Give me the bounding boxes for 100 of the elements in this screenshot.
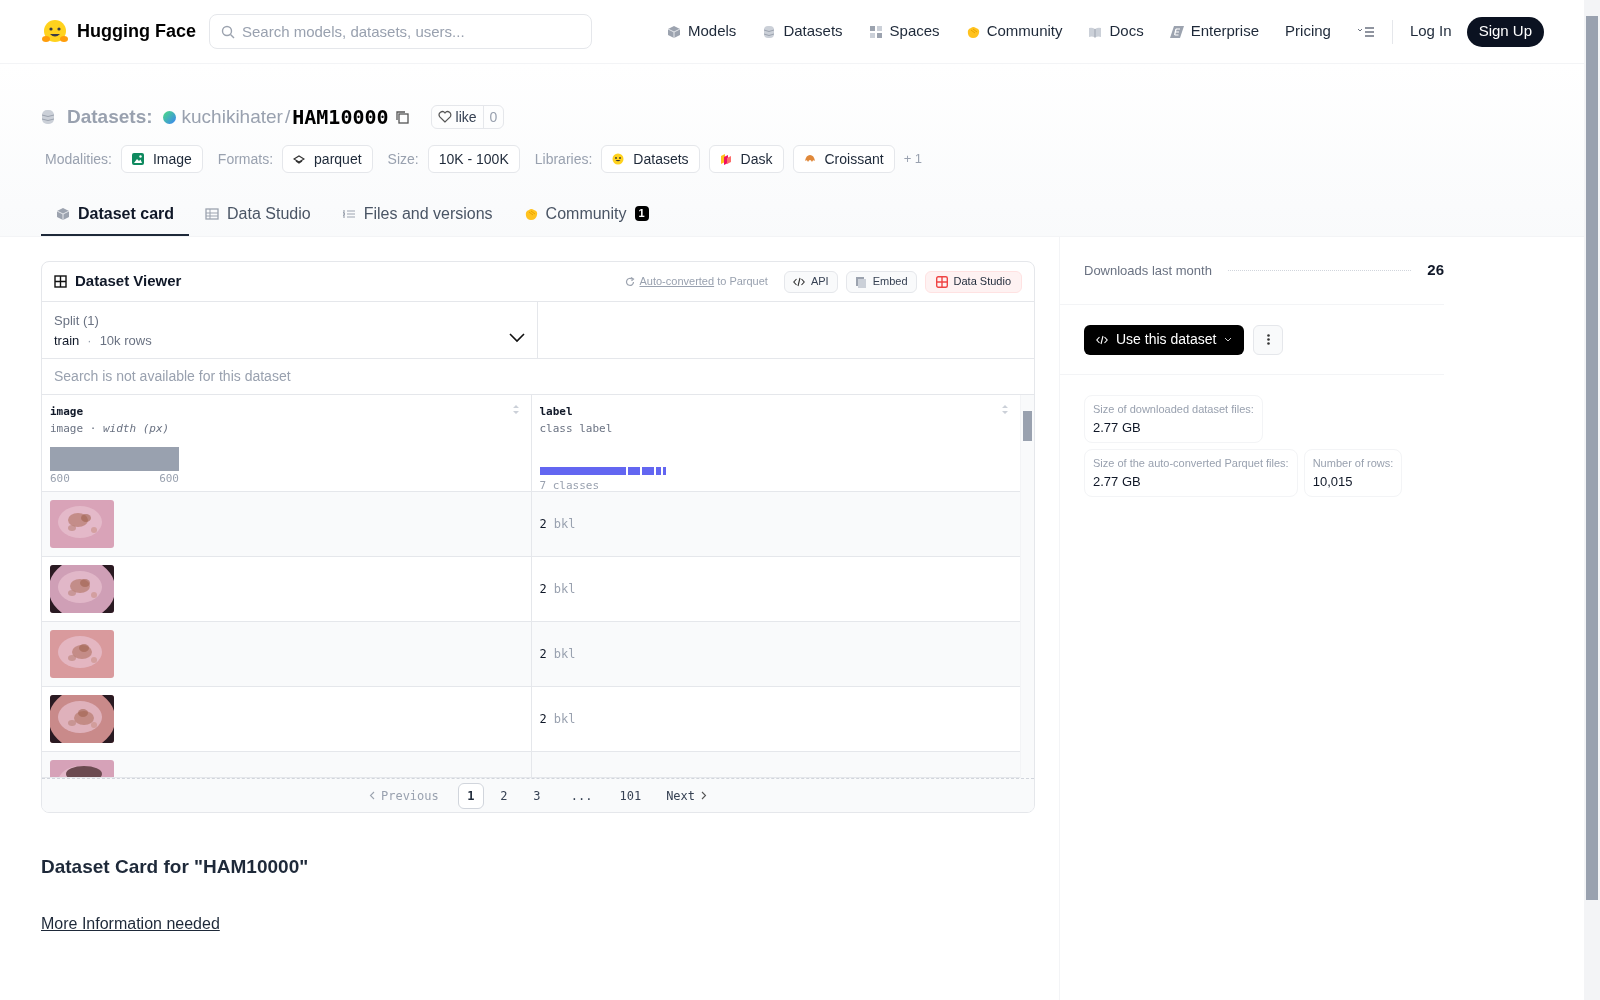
cube-icon: [56, 206, 70, 221]
tag[interactable]: Datasets: [601, 145, 700, 173]
database-icon: [762, 24, 777, 39]
image-icon: [131, 153, 144, 165]
page-link[interactable]: 1: [457, 782, 484, 809]
caret-icon: [1224, 337, 1233, 342]
downloads-count: 26: [1427, 260, 1444, 281]
smiley-icon: [612, 153, 625, 165]
toolbar-button[interactable]: API: [783, 270, 838, 293]
page-link[interactable]: ...: [564, 782, 599, 809]
scrollbar[interactable]: [1584, 0, 1600, 1000]
info-link[interactable]: More Information needed: [41, 911, 220, 936]
blocks-icon: [719, 153, 732, 165]
hand-icon: [523, 206, 538, 221]
cube-icon: [667, 24, 681, 39]
label-name: bkl: [553, 646, 576, 663]
login-link[interactable]: Log In: [1409, 20, 1452, 43]
tab[interactable]: Community 1: [508, 193, 664, 236]
layers-icon: [293, 154, 306, 164]
page-link[interactable]: 101: [613, 782, 648, 809]
row-count: 10k rows: [99, 331, 152, 350]
dots-icon: [1266, 334, 1270, 345]
nav-link[interactable]: Docs: [1088, 20, 1144, 43]
page-link[interactable]: 2: [490, 782, 517, 809]
label-code: 2: [539, 516, 547, 533]
use-dataset-button[interactable]: Use this dataset: [1084, 324, 1245, 355]
axis-label: 600: [159, 471, 179, 487]
stat-label: Size of downloaded dataset files:: [1093, 402, 1254, 417]
stat-value: 2.77 GB: [1093, 472, 1142, 491]
chevron-left-icon: [368, 791, 375, 800]
search-field[interactable]: Search models, datasets, users...: [209, 14, 592, 49]
code-icon: [792, 276, 805, 287]
table-icon: [935, 275, 948, 288]
search-icon: [221, 25, 235, 39]
heart-icon: [437, 110, 452, 124]
label-name: bkl: [553, 711, 576, 728]
sort-icon[interactable]: [511, 404, 520, 415]
chevron-right-icon: [701, 791, 708, 800]
card-heading: Dataset Card for "HAM10000": [41, 855, 310, 879]
tab[interactable]: Files and versions: [326, 193, 508, 236]
like-count: 0: [482, 106, 504, 128]
label-name: bkl: [553, 581, 576, 598]
class-count: 7 classes: [539, 478, 601, 494]
menu-icon: [1356, 24, 1375, 39]
avatar-icon: [162, 110, 176, 124]
sort-icon[interactable]: [1001, 404, 1009, 415]
next-link[interactable]: Next: [666, 786, 708, 805]
label-code: 2: [539, 646, 547, 663]
chevron-down-icon: [509, 333, 525, 343]
nav-link[interactable]: Pricing: [1285, 20, 1331, 43]
tag[interactable]: Image: [120, 145, 203, 173]
downloads-label: Downloads last month: [1084, 261, 1212, 280]
nav-link[interactable]: Enterprise: [1169, 20, 1260, 43]
toolbar-button[interactable]: Data Studio: [924, 270, 1022, 293]
page-link[interactable]: 3: [523, 782, 550, 809]
tag[interactable]: 10K - 100K: [427, 145, 520, 173]
more-options-button[interactable]: [1253, 324, 1284, 355]
dataset-name[interactable]: HAM10000: [292, 102, 389, 132]
tag[interactable]: parquet: [282, 145, 373, 173]
path-separator: /: [284, 104, 291, 129]
signup-button[interactable]: Sign Up: [1466, 16, 1544, 47]
nav-link[interactable]: Community: [965, 20, 1063, 43]
column-type: image · width (px): [50, 420, 171, 437]
tab[interactable]: Dataset card: [41, 193, 190, 236]
scrollbar[interactable]: [1020, 395, 1034, 778]
nav-link[interactable]: Spaces: [868, 20, 940, 43]
split-dropdown[interactable]: Split (1) train · 10k rows: [42, 302, 538, 358]
stat-value: 10,015: [1312, 472, 1354, 491]
table-icon: [54, 275, 67, 288]
viewer-title: Dataset Viewer: [75, 271, 182, 292]
grid-icon: [868, 24, 883, 39]
copy-icon[interactable]: [394, 110, 409, 124]
toolbar-button[interactable]: Embed: [845, 270, 917, 293]
count-badge: 1: [634, 206, 649, 221]
tag-group-label: Formats:: [217, 149, 274, 169]
stat-label: Number of rows:: [1312, 456, 1394, 471]
tag-group-label: Size:: [387, 149, 419, 169]
tag-group-label: Libraries:: [534, 149, 593, 169]
column-name: image: [50, 404, 84, 420]
enterprise-icon: [1169, 24, 1184, 39]
nav-link[interactable]: Datasets: [762, 20, 843, 43]
tab[interactable]: Data Studio: [190, 193, 326, 236]
like-button[interactable]: like: [431, 106, 483, 128]
axis-label: 600: [50, 471, 70, 487]
logo-text[interactable]: Hugging Face: [77, 18, 196, 45]
label-code: 2: [539, 581, 547, 598]
split-value: train: [54, 331, 80, 350]
tag[interactable]: Dask: [708, 145, 784, 173]
split-label: Split (1): [54, 312, 100, 330]
hand-icon: [965, 24, 980, 39]
document-icon: [854, 275, 867, 288]
menu-button[interactable]: [1356, 24, 1375, 39]
nav-link[interactable]: Models: [667, 20, 737, 43]
tag-group-label: Modalities:: [45, 149, 112, 169]
table-icon: [205, 206, 220, 221]
database-icon: [41, 109, 55, 125]
column-name: label: [539, 404, 573, 420]
tag[interactable]: Croissant: [792, 145, 895, 173]
stat-value: 2.77 GB: [1093, 418, 1142, 437]
code-icon: [1096, 334, 1108, 345]
